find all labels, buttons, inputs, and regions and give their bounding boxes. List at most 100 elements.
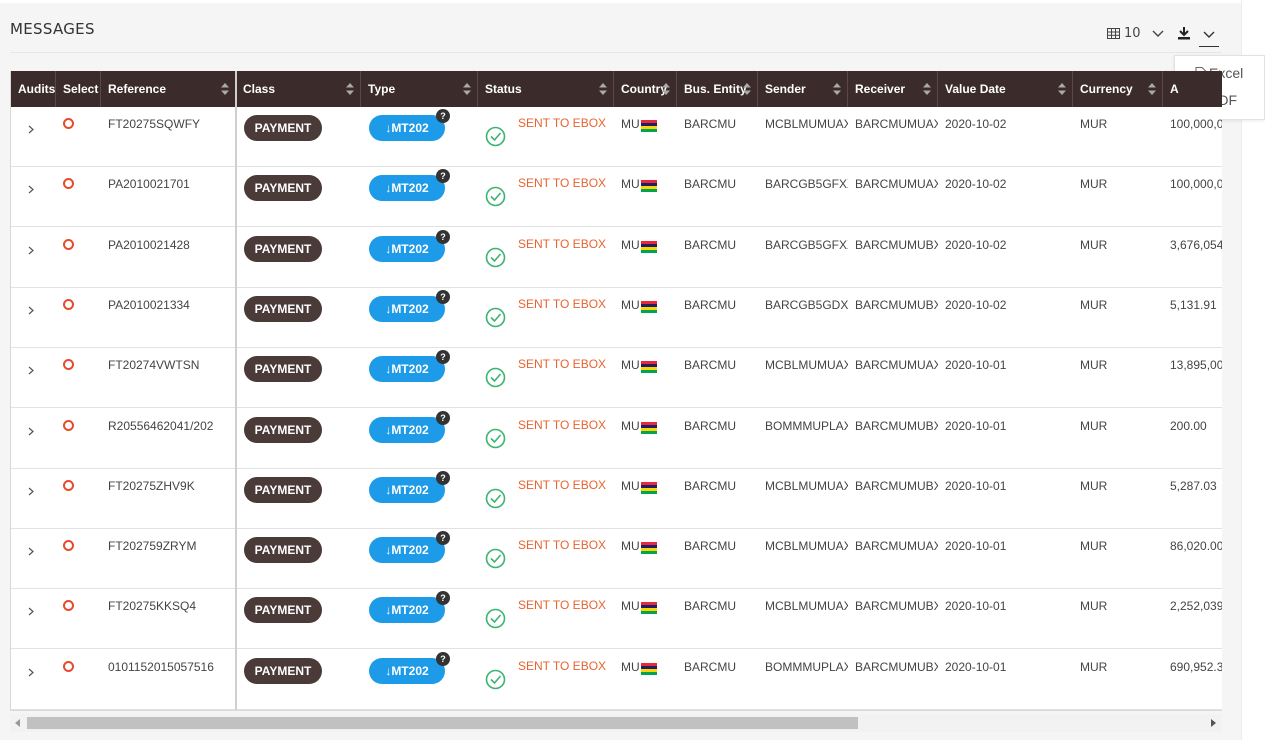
horizontal-scrollbar[interactable] — [10, 714, 1222, 732]
type-badge[interactable]: ↓MT202 — [369, 537, 445, 564]
sort-icon[interactable] — [599, 83, 607, 95]
messages-table: Audits Select Reference Class Type Status Coun… — [10, 71, 1222, 711]
export-menu-toggle[interactable] — [1199, 26, 1219, 47]
sort-icon[interactable] — [1058, 83, 1066, 95]
sender-cell: BOMMMUPLAXXX — [765, 418, 848, 433]
table-row[interactable]: 0101152015057516 PAYMENT ↓MT202? SENT TO EB… — [11, 650, 1222, 710]
value-date-cell: 2020-10-01 — [945, 659, 1007, 674]
class-badge: PAYMENT — [244, 115, 322, 141]
expand-row-chevron-icon[interactable] — [28, 547, 34, 556]
check-circle-icon — [485, 367, 506, 388]
sort-icon[interactable] — [346, 83, 354, 95]
reference-cell[interactable]: PA2010021701 — [108, 177, 233, 191]
expand-row-chevron-icon[interactable] — [28, 427, 34, 436]
reference-cell[interactable]: FT202759ZRYM — [108, 539, 233, 553]
column-header-currency[interactable]: Currency — [1073, 71, 1163, 107]
sort-icon[interactable] — [221, 83, 229, 95]
select-radio[interactable] — [63, 298, 74, 310]
column-header-country[interactable]: Country — [614, 71, 677, 107]
expand-row-chevron-icon[interactable] — [28, 487, 34, 496]
help-icon[interactable]: ? — [436, 651, 450, 666]
reference-cell[interactable]: R20556462041/202 — [108, 419, 233, 433]
sender-cell: BARCGB5GFXXX — [765, 237, 848, 252]
type-badge[interactable]: ↓MT202 — [369, 597, 445, 624]
table-row[interactable]: FT20275KKSQ4 PAYMENT ↓MT202? SENT TO EBOX MU… — [11, 589, 1222, 650]
reference-cell[interactable]: FT20274VWTSN — [108, 358, 233, 372]
column-header-class[interactable]: Class — [236, 71, 361, 107]
download-icon[interactable] — [1177, 26, 1193, 42]
column-header-type[interactable]: Type — [361, 71, 478, 107]
table-row[interactable]: FT20275ZHV9K PAYMENT ↓MT202? SENT TO EBOX MU… — [11, 469, 1222, 529]
select-radio[interactable] — [63, 118, 74, 129]
select-radio[interactable] — [63, 479, 74, 491]
scroll-right-icon[interactable] — [1211, 719, 1216, 727]
expand-row-chevron-icon[interactable] — [28, 668, 34, 677]
reference-cell[interactable]: FT20275ZHV9K — [108, 479, 233, 493]
reference-cell[interactable]: 0101152015057516 — [108, 660, 233, 674]
chevron-down-icon[interactable] — [1152, 30, 1164, 38]
sort-icon[interactable] — [1148, 83, 1156, 95]
select-radio[interactable] — [63, 359, 74, 371]
type-badge[interactable]: ↓MT202 — [369, 115, 445, 141]
expand-row-chevron-icon[interactable] — [28, 125, 34, 134]
sort-icon[interactable] — [833, 83, 841, 95]
column-header-value-date[interactable]: Value Date — [938, 71, 1073, 107]
column-header-status[interactable]: Status — [478, 71, 614, 107]
type-badge[interactable]: ↓MT202 — [369, 416, 445, 443]
sort-icon[interactable] — [743, 83, 751, 95]
select-radio[interactable] — [63, 660, 74, 672]
help-icon[interactable]: ? — [436, 169, 450, 184]
scrollbar-thumb[interactable] — [27, 717, 858, 729]
rows-per-page-select[interactable]: 10 — [1107, 26, 1141, 41]
help-icon[interactable]: ? — [436, 289, 450, 304]
table-row[interactable]: FT202759ZRYM PAYMENT ↓MT202? SENT TO EBOX MU… — [11, 529, 1222, 590]
table-row[interactable]: PA2010021428 PAYMENT ↓MT202? SENT TO EBOX MU… — [11, 228, 1222, 288]
receiver-cell: BARCMUMUBXXX — [855, 599, 938, 614]
column-header-reference[interactable]: Reference — [101, 71, 236, 107]
type-badge[interactable]: ↓MT202 — [369, 356, 445, 383]
help-icon[interactable]: ? — [436, 229, 450, 244]
expand-row-chevron-icon[interactable] — [28, 607, 34, 616]
select-radio[interactable] — [63, 178, 74, 190]
expand-row-chevron-icon[interactable] — [28, 366, 34, 375]
reference-cell[interactable]: PA2010021334 — [108, 298, 233, 312]
table-row[interactable]: FT20274VWTSN PAYMENT ↓MT202? SENT TO EBOX MU… — [11, 348, 1222, 409]
sender-cell: BARCGB5GFXXX — [765, 177, 848, 192]
select-radio[interactable] — [63, 238, 74, 250]
select-radio[interactable] — [63, 419, 74, 431]
sort-icon[interactable] — [662, 83, 670, 95]
column-header-sender[interactable]: Sender — [758, 71, 848, 107]
expand-row-chevron-icon[interactable] — [28, 306, 34, 315]
table-row[interactable]: PA2010021701 PAYMENT ↓MT202? SENT TO EBOX MU… — [11, 167, 1222, 228]
table-row[interactable]: PA2010021334 PAYMENT ↓MT202? SENT TO EBOX MU… — [11, 288, 1222, 348]
country-code: MU — [621, 659, 640, 674]
sort-icon[interactable] — [463, 83, 471, 95]
reference-cell[interactable]: FT20275KKSQ4 — [108, 599, 233, 613]
help-icon[interactable]: ? — [436, 350, 450, 365]
chevron-down-icon — [1203, 31, 1215, 38]
type-badge[interactable]: ↓MT202 — [369, 235, 445, 262]
help-icon[interactable]: ? — [436, 470, 450, 485]
country-code: MU — [621, 297, 640, 312]
reference-cell[interactable]: FT20275SQWFY — [108, 117, 233, 131]
reference-cell[interactable]: PA2010021428 — [108, 238, 233, 252]
help-icon[interactable]: ? — [436, 531, 450, 546]
expand-row-chevron-icon[interactable] — [28, 246, 34, 255]
help-icon[interactable]: ? — [436, 410, 450, 425]
table-row[interactable]: R20556462041/202 PAYMENT ↓MT202? SENT TO EB… — [11, 409, 1222, 469]
expand-row-chevron-icon[interactable] — [28, 185, 34, 194]
select-radio[interactable] — [63, 540, 74, 552]
scroll-left-icon[interactable] — [15, 719, 20, 727]
column-header-receiver[interactable]: Receiver — [848, 71, 938, 107]
currency-cell: MUR — [1080, 177, 1108, 192]
type-badge[interactable]: ↓MT202 — [369, 657, 445, 684]
help-icon[interactable]: ? — [436, 591, 450, 606]
sort-icon[interactable] — [923, 83, 931, 95]
type-badge[interactable]: ↓MT202 — [369, 476, 445, 503]
column-header-bus-entity[interactable]: Bus. Entity — [677, 71, 758, 107]
select-radio[interactable] — [63, 600, 74, 612]
type-badge[interactable]: ↓MT202 — [369, 175, 445, 202]
help-icon[interactable]: ? — [436, 109, 450, 123]
type-badge[interactable]: ↓MT202 — [369, 295, 445, 322]
table-row[interactable]: FT20275SQWFY PAYMENT ↓MT202? SENT TO EBOX MU… — [11, 107, 1222, 167]
